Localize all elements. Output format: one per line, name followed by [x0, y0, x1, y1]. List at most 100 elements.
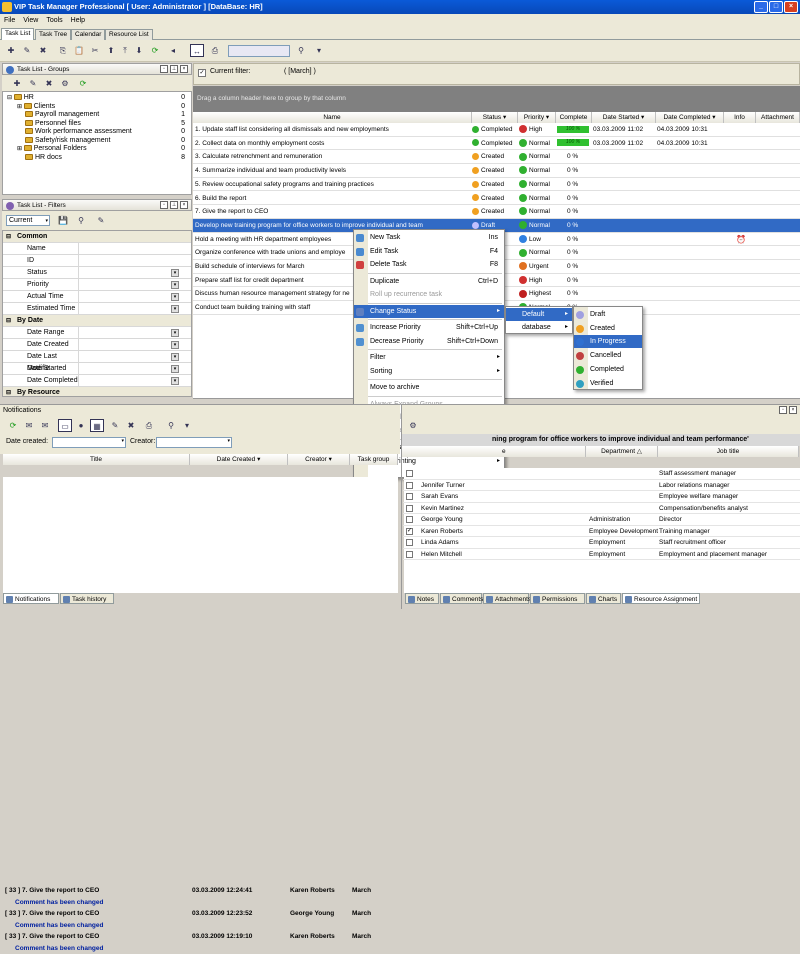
panel-float-button[interactable]: ▫	[160, 65, 168, 73]
panel-pin-button[interactable]: ⊥	[170, 201, 178, 209]
edit-task-icon[interactable]: ✎	[20, 44, 34, 57]
tree-item[interactable]: Work performance assessment0	[7, 128, 187, 137]
filter-row-date-started[interactable]: Date Started▾	[3, 363, 191, 375]
column-status[interactable]: Status ▾	[472, 112, 518, 123]
notif-filter-icon[interactable]: ⚲	[164, 419, 178, 432]
table-row[interactable]: 7. Give the report to CEOCreatedNormal0 …	[193, 205, 800, 219]
status-option-draft[interactable]: Draft	[574, 308, 642, 321]
notification-row[interactable]: [ 33 ] 7. Give the report to CEO03.03.20…	[3, 908, 398, 920]
tab-notes[interactable]: Notes	[405, 593, 439, 604]
new-task-icon[interactable]: ✚	[4, 44, 18, 57]
status-option-cancelled[interactable]: Cancelled	[574, 349, 642, 362]
assign-checkbox[interactable]	[406, 516, 413, 523]
resource-row[interactable]: ✓Karen RobertsEmployee DevelopmentTraini…	[403, 526, 800, 538]
dropdown-icon[interactable]: ▾	[171, 293, 179, 301]
notif-list-icon[interactable]: ▦	[90, 419, 104, 432]
notif-col-title[interactable]: Title	[3, 454, 190, 465]
notification-row[interactable]: [ 33 ] 7. Give the report to CEO03.03.20…	[3, 931, 398, 943]
menu-file[interactable]: File	[0, 17, 19, 24]
delete-group-icon[interactable]: ✖	[42, 77, 56, 90]
minimize-button[interactable]: _	[754, 1, 768, 13]
status-option-completed[interactable]: Completed	[574, 363, 642, 376]
notif-print-icon[interactable]: ⎙	[142, 419, 156, 432]
filter-group-by-date[interactable]: ⊟By Date	[3, 315, 191, 327]
context-menu-item[interactable]: Move to archive	[354, 381, 504, 394]
move-top-icon[interactable]: ⤒	[118, 44, 132, 57]
tab-task-history[interactable]: Task history	[60, 593, 114, 604]
back-icon[interactable]: ◂	[166, 44, 180, 57]
dropdown-icon[interactable]: ▾	[171, 377, 179, 385]
table-row[interactable]: 4. Summarize individual and team product…	[193, 164, 800, 178]
resource-row[interactable]: Helen MitchellEmploymentEmployment and p…	[403, 549, 800, 561]
table-row[interactable]: 2. Collect data on monthly employment co…	[193, 137, 800, 151]
tab-permissions[interactable]: Permissions	[530, 593, 585, 604]
table-row[interactable]: 3. Calculate retrenchment and remunerati…	[193, 150, 800, 164]
groups-refresh-icon[interactable]: ⟳	[76, 77, 90, 90]
assign-checkbox[interactable]	[406, 470, 413, 477]
res-col-name[interactable]: e	[402, 446, 586, 457]
context-menu-item[interactable]: Decrease PriorityShift+Ctrl+Down	[354, 335, 504, 348]
notif-mark-icon[interactable]: ●	[74, 419, 88, 432]
maximize-button[interactable]: □	[769, 1, 783, 13]
edit-group-icon[interactable]: ✎	[26, 77, 40, 90]
tree-item[interactable]: ⊟ HR0	[7, 94, 187, 103]
tree-item[interactable]: ⊞ Personal Folders0	[7, 145, 187, 154]
refresh-icon[interactable]: ⟳	[148, 44, 162, 57]
column-attachment[interactable]: Attachment	[756, 112, 800, 123]
notif-view-icon[interactable]: ▭	[58, 419, 72, 432]
context-menu-item[interactable]: Edit TaskF4	[354, 245, 504, 258]
filter-row-date-last-modified[interactable]: Date Last Modifie▾	[3, 351, 191, 363]
notif-col-date[interactable]: Date Created ▾	[190, 454, 288, 465]
tab-charts[interactable]: Charts	[586, 593, 621, 604]
dropdown-icon[interactable]: ▾	[171, 269, 179, 277]
close-button[interactable]: ×	[784, 1, 798, 13]
clear-filter-icon[interactable]: ✎	[94, 214, 108, 227]
context-menu-item[interactable]: DuplicateCtrl+D	[354, 275, 504, 288]
filter-row-date-completed[interactable]: Date Completed▾	[3, 375, 191, 387]
context-menu-item[interactable]: New TaskIns	[354, 231, 504, 244]
add-group-icon[interactable]: ✚	[10, 77, 24, 90]
res-col-department[interactable]: Department △	[586, 446, 658, 457]
tab-task-tree[interactable]: Task Tree	[35, 29, 71, 40]
dropdown-icon[interactable]: ▾	[171, 353, 179, 361]
group-by-area[interactable]: Drag a column header here to group by th…	[193, 86, 800, 112]
cut-icon[interactable]: ✂	[88, 44, 102, 57]
creator-input[interactable]: ▾	[156, 437, 232, 448]
menu-help[interactable]: Help	[67, 17, 89, 24]
print-icon[interactable]: ⎙	[208, 44, 222, 57]
assign-checkbox[interactable]	[406, 493, 413, 500]
column-priority[interactable]: Priority ▾	[518, 112, 556, 123]
table-row[interactable]: 1. Update staff list considering all dis…	[193, 123, 800, 137]
notif-edit-icon[interactable]: ✎	[108, 419, 122, 432]
menu-tools[interactable]: Tools	[42, 17, 66, 24]
tab-resource-assignment[interactable]: Resource Assignment	[622, 593, 700, 604]
copy-icon[interactable]: ⎘	[56, 44, 70, 57]
filter-row-actual-time[interactable]: Actual Time▾	[3, 291, 191, 303]
filter-row-name[interactable]: Name	[3, 243, 191, 255]
notif-options-icon[interactable]: ▾	[180, 419, 194, 432]
notif-col-creator[interactable]: Creator ▾	[288, 454, 350, 465]
date-created-input[interactable]: ▾	[52, 437, 126, 448]
resource-row[interactable]: George YoungAdministrationDirector	[403, 514, 800, 526]
submenu-default[interactable]: Default▸	[506, 308, 572, 321]
notif-read-icon[interactable]: ✉	[22, 419, 36, 432]
resource-row[interactable]: Jennifer TurnerLabor relations manager	[403, 480, 800, 492]
save-filter-icon[interactable]: 💾	[56, 214, 70, 227]
tab-notifications[interactable]: Notifications	[3, 593, 59, 604]
submenu-database[interactable]: database▸	[506, 321, 572, 334]
resource-assign-icon[interactable]: ⚙	[406, 419, 420, 432]
assign-checkbox[interactable]	[406, 482, 413, 489]
filter-group-by-resource[interactable]: ⊟By Resource	[3, 387, 191, 397]
panel-float-button[interactable]: ▫	[779, 406, 787, 414]
group-props-icon[interactable]: ⚙	[58, 77, 72, 90]
column-date-started[interactable]: Date Started ▾	[592, 112, 656, 123]
tree-item[interactable]: Safety/risk management0	[7, 137, 187, 146]
filter-row-estimated-time[interactable]: Estimated Time▾	[3, 303, 191, 315]
resource-row[interactable]: Linda AdamsEmploymentStaff recruitment o…	[403, 537, 800, 549]
filter-combo[interactable]: Current▾	[6, 215, 50, 226]
resource-row[interactable]: Sarah EvansEmployee welfare manager	[403, 491, 800, 503]
dropdown-icon[interactable]: ▾	[171, 341, 179, 349]
assign-checkbox[interactable]	[406, 551, 413, 558]
context-menu-item[interactable]: Delete TaskF8	[354, 258, 504, 271]
tab-calendar[interactable]: Calendar	[71, 29, 105, 40]
